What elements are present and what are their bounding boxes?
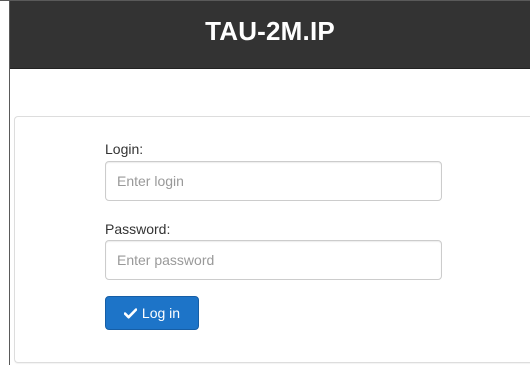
app-header: TAU-2M.IP xyxy=(10,1,530,69)
app-window: TAU-2M.IP Login: Password: Log in xyxy=(0,0,530,365)
password-label: Password: xyxy=(105,221,171,237)
login-input[interactable] xyxy=(105,161,442,201)
login-button[interactable]: Log in xyxy=(105,296,199,330)
check-icon xyxy=(124,306,138,320)
password-input[interactable] xyxy=(105,240,442,280)
login-button-label: Log in xyxy=(141,305,181,321)
page-title: TAU-2M.IP xyxy=(205,16,335,46)
login-label: Login: xyxy=(105,141,144,157)
